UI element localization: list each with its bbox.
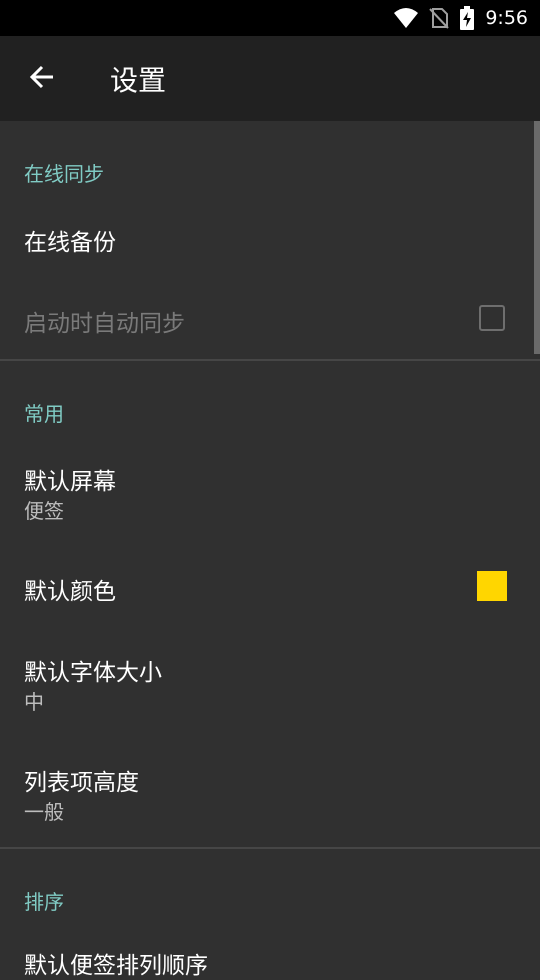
pref-default-sort-order[interactable]: 默认便签排列顺序 xyxy=(24,946,208,980)
pref-default-color[interactable]: 默认颜色 xyxy=(24,572,116,606)
section-header-general: 常用 xyxy=(24,402,64,426)
arrow-back-icon xyxy=(29,64,55,94)
status-bar: 9:56 xyxy=(0,0,540,36)
back-button[interactable] xyxy=(14,51,70,107)
pref-default-font-size-value: 中 xyxy=(24,690,44,714)
pref-default-font-size[interactable]: 默认字体大小 xyxy=(24,653,162,687)
auto-sync-checkbox[interactable] xyxy=(479,305,505,331)
pref-default-screen-value: 便签 xyxy=(24,499,64,523)
app-bar: 设置 xyxy=(0,36,540,121)
default-color-swatch[interactable] xyxy=(477,571,507,601)
page-title: 设置 xyxy=(110,63,167,97)
no-sim-icon xyxy=(429,7,450,29)
divider xyxy=(0,847,540,849)
scrollbar[interactable] xyxy=(534,121,540,354)
pref-auto-sync-label: 启动时自动同步 xyxy=(24,311,185,337)
section-header-sort: 排序 xyxy=(24,890,64,914)
wifi-icon xyxy=(393,7,419,29)
pref-list-item-height-value: 一般 xyxy=(24,800,64,824)
pref-default-screen[interactable]: 默认屏幕 xyxy=(24,462,116,496)
pref-online-backup[interactable]: 在线备份 xyxy=(24,223,116,257)
battery-charging-icon xyxy=(459,6,475,30)
divider xyxy=(0,359,540,361)
status-time: 9:56 xyxy=(485,7,528,29)
section-header-sync: 在线同步 xyxy=(24,162,104,186)
pref-list-item-height[interactable]: 列表项高度 xyxy=(24,763,139,797)
